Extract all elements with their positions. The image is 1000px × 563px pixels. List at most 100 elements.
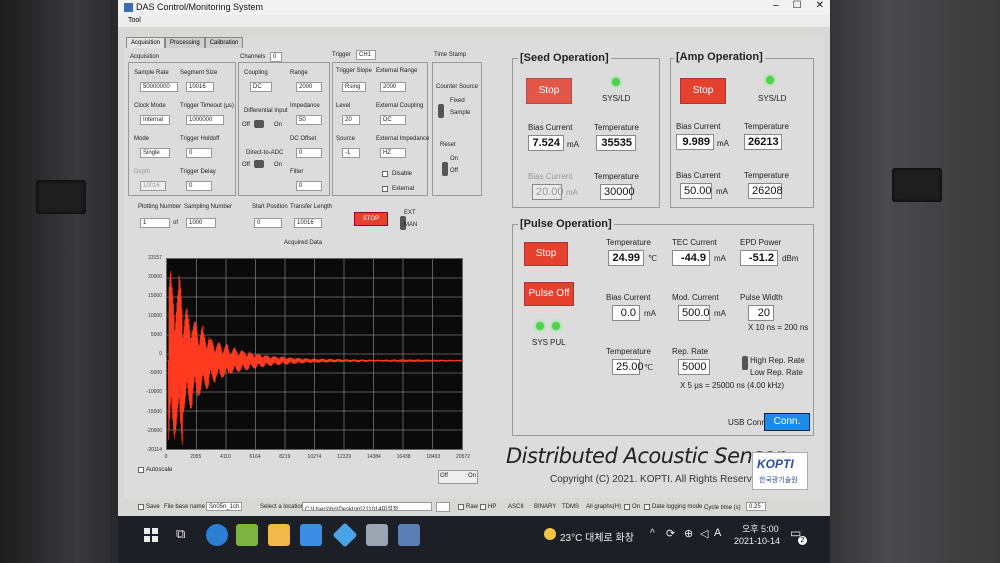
trigger-holdoff-field[interactable]: 0 (186, 148, 212, 158)
clock-date[interactable]: 2021-10-14 (734, 536, 780, 546)
rep-rate-toggle[interactable] (742, 356, 748, 370)
hp-checkbox[interactable] (480, 504, 486, 510)
sync-icon[interactable]: ⟳ (666, 527, 675, 540)
tray-chevron-icon[interactable]: ^ (650, 528, 655, 539)
amp-bias-set-field[interactable]: 50.00 (680, 183, 712, 199)
task-view-icon[interactable]: ⧉ (176, 526, 185, 542)
segment-size-field[interactable]: 10016 (186, 82, 214, 92)
transfer-length-field[interactable]: 10016 (294, 218, 322, 228)
dc-offset-field[interactable]: 0 (296, 148, 322, 158)
browse-button[interactable] (436, 502, 450, 512)
app-icon-green[interactable] (236, 524, 258, 546)
weather-icon[interactable] (544, 528, 556, 540)
weather-text[interactable]: 23°C 대체로 화창 (560, 529, 634, 544)
store-icon[interactable] (268, 524, 290, 546)
mail-icon[interactable] (300, 524, 322, 546)
clock-time[interactable]: 오후 5:00 (742, 522, 779, 535)
raw-checkbox[interactable] (458, 504, 464, 510)
all-graphs-checkbox[interactable] (624, 504, 630, 510)
direct-to-adc-toggle[interactable] (254, 160, 264, 168)
plotting-number-field[interactable]: 1 (140, 218, 170, 228)
trigger-timeout-field[interactable]: 1000000 (186, 115, 224, 125)
usb-connect-button[interactable]: Conn. (764, 413, 810, 431)
low-rep-rate-label: Low Rep. Rate (750, 368, 803, 377)
x-tick-label: 2055 (190, 454, 202, 460)
maximize-icon[interactable]: ☐ (793, 0, 802, 11)
tab-calibration[interactable]: Calibration (204, 37, 244, 48)
app-icon-gray[interactable] (366, 524, 388, 546)
file-base-input[interactable]: Sn05n_1ch (206, 502, 242, 511)
edge-browser-icon[interactable] (206, 524, 228, 546)
trigger-slope-select[interactable]: Rsing (342, 82, 366, 92)
source-field[interactable]: -1 (342, 148, 360, 158)
das-app-icon[interactable] (398, 524, 420, 546)
binary-option[interactable]: BINARY (534, 504, 556, 510)
reset-toggle[interactable] (442, 162, 448, 176)
external-coupling-select[interactable]: DC (380, 115, 406, 125)
coupling-select[interactable]: DC (250, 82, 272, 92)
amp-temp-set-field[interactable]: 26208 (748, 183, 783, 199)
pulse-bias-current-label: Bias Current (606, 293, 651, 302)
range-field[interactable]: 2000 (296, 82, 322, 92)
mode-select[interactable]: Single (140, 148, 170, 158)
monitor-bezel-right (810, 0, 1000, 563)
filter-field[interactable]: 0 (296, 181, 322, 191)
level-field[interactable]: 20 (342, 115, 360, 125)
network-icon[interactable]: ⊕ (684, 527, 693, 540)
cycle-time-field[interactable]: 0.25 (746, 502, 766, 511)
start-position-field[interactable]: 0 (254, 218, 282, 228)
rep-rate-field[interactable]: 5000 (678, 359, 710, 375)
seed-temperature-label: Temperature (594, 123, 639, 132)
mount-clip-left (36, 180, 86, 214)
external-range-field[interactable]: 2000 (380, 82, 406, 92)
sampling-number-field[interactable]: 1000 (186, 218, 216, 228)
labview-icon[interactable] (332, 522, 358, 548)
counter-source-toggle[interactable] (438, 104, 444, 118)
clock-mode-select[interactable]: Internal (140, 115, 170, 125)
tab-acquisition[interactable]: Acquisition (126, 37, 166, 48)
pulse-temp-set-field[interactable]: 25.00 (612, 359, 644, 375)
minimize-icon[interactable]: – (773, 0, 779, 11)
date-logging-checkbox[interactable] (644, 504, 650, 510)
x-tick-label: 16438 (396, 454, 411, 460)
external-impedance-select[interactable]: HZ (380, 148, 406, 158)
disable-checkbox[interactable] (382, 171, 388, 177)
tdms-option[interactable]: TDMS (562, 504, 579, 510)
impedance-field[interactable]: 50 (296, 115, 322, 125)
pulse-width-field[interactable]: 20 (748, 305, 774, 321)
ime-language-indicator[interactable]: A (714, 527, 721, 539)
tab-processing[interactable]: Processing (165, 37, 205, 48)
trigger-delay-field[interactable]: 0 (186, 181, 212, 191)
pulse-off-button[interactable]: Pulse Off (524, 282, 574, 306)
pulse-stop-button[interactable]: Stop (524, 242, 568, 266)
pulse-bias-current-field[interactable]: 0.0 (612, 305, 640, 321)
differential-input-toggle[interactable] (254, 120, 264, 128)
of-label: of (173, 220, 179, 226)
external-checkbox[interactable] (382, 186, 388, 192)
amp-stop-button[interactable]: Stop (680, 78, 726, 104)
plot-stop-button[interactable]: STOP (354, 212, 388, 226)
seed-bias-unit: mA (567, 140, 579, 149)
sample-rate-field[interactable]: 50000000 (140, 82, 178, 92)
amp-temperature-value: 26213 (744, 134, 782, 150)
start-icon[interactable] (144, 528, 158, 542)
pulse-temperature-value: 24.99 (608, 250, 644, 266)
channels-field[interactable]: 0 (270, 52, 282, 62)
kopti-logo: KOPTI 한국광기술원 (752, 452, 808, 490)
close-icon[interactable]: ✕ (816, 0, 824, 11)
location-input[interactable]: C:\Users\hn\Desktop\211014미설정 (302, 502, 432, 511)
amp-bias-set-label: Bias Current (676, 171, 721, 180)
fixed-label: Fixed (450, 98, 465, 104)
seed-stop-button[interactable]: Stop (526, 78, 572, 104)
save-checkbox[interactable] (138, 504, 144, 510)
speaker-icon[interactable]: ◁ (700, 527, 708, 540)
differential-input-label: Differential Input (244, 108, 288, 114)
trigger-select[interactable]: CH1 (356, 50, 376, 60)
seed-temp-set-field[interactable]: 30000 (600, 184, 635, 200)
acquired-data-plot[interactable] (166, 258, 463, 450)
menu-tool[interactable]: Tool (128, 17, 141, 24)
seed-bias-set-unit: mA (566, 188, 578, 197)
autoscale-checkbox[interactable] (138, 467, 144, 473)
mod-current-field[interactable]: 500.0 (678, 305, 710, 321)
ascii-option[interactable]: ASCII (508, 504, 524, 510)
